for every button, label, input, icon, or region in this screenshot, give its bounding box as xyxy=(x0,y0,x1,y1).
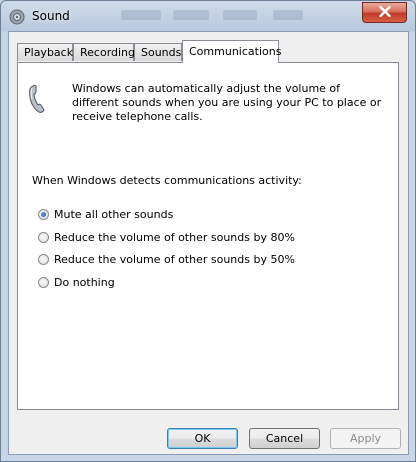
speaker-icon xyxy=(9,9,25,25)
background-blur-decoration xyxy=(223,10,257,20)
tab-communications[interactable]: Communications xyxy=(182,40,281,63)
radio-button-selected[interactable] xyxy=(38,209,49,220)
telephone-icon xyxy=(27,83,51,115)
option-label: Reduce the volume of other sounds by 50% xyxy=(54,253,295,266)
radio-button[interactable] xyxy=(38,277,49,288)
close-button[interactable] xyxy=(362,2,407,23)
option-mute-all[interactable]: Mute all other sounds xyxy=(38,208,173,221)
dialog-client-area: Playback Recording Sounds Communications… xyxy=(8,31,409,455)
communications-panel: Windows can automatically adjust the vol… xyxy=(17,62,399,410)
tab-sounds[interactable]: Sounds xyxy=(134,43,182,61)
radio-button[interactable] xyxy=(38,232,49,243)
tab-recording[interactable]: Recording xyxy=(73,43,135,61)
option-label: Mute all other sounds xyxy=(54,208,174,221)
option-label: Do nothing xyxy=(54,276,115,289)
option-label: Reduce the volume of other sounds by 80% xyxy=(54,231,295,244)
communications-prompt: When Windows detects communications acti… xyxy=(32,174,302,187)
cancel-button[interactable]: Cancel xyxy=(249,428,320,449)
title-bar[interactable]: Sound xyxy=(1,1,415,31)
background-blur-decoration xyxy=(173,10,209,20)
sound-dialog: Sound Playback Recording Sounds Communic… xyxy=(0,0,416,462)
communications-description: Windows can automatically adjust the vol… xyxy=(72,82,382,123)
option-reduce-50[interactable]: Reduce the volume of other sounds by 50% xyxy=(38,253,295,266)
background-blur-decoration xyxy=(121,10,161,20)
background-blur-decoration xyxy=(273,10,303,20)
ok-button[interactable]: OK xyxy=(167,428,238,449)
close-icon xyxy=(378,5,391,20)
window-title: Sound xyxy=(32,9,70,23)
tab-playback[interactable]: Playback xyxy=(17,43,73,61)
option-do-nothing[interactable]: Do nothing xyxy=(38,276,115,289)
apply-button[interactable]: Apply xyxy=(330,428,401,449)
radio-button[interactable] xyxy=(38,254,49,265)
option-reduce-80[interactable]: Reduce the volume of other sounds by 80% xyxy=(38,231,295,244)
